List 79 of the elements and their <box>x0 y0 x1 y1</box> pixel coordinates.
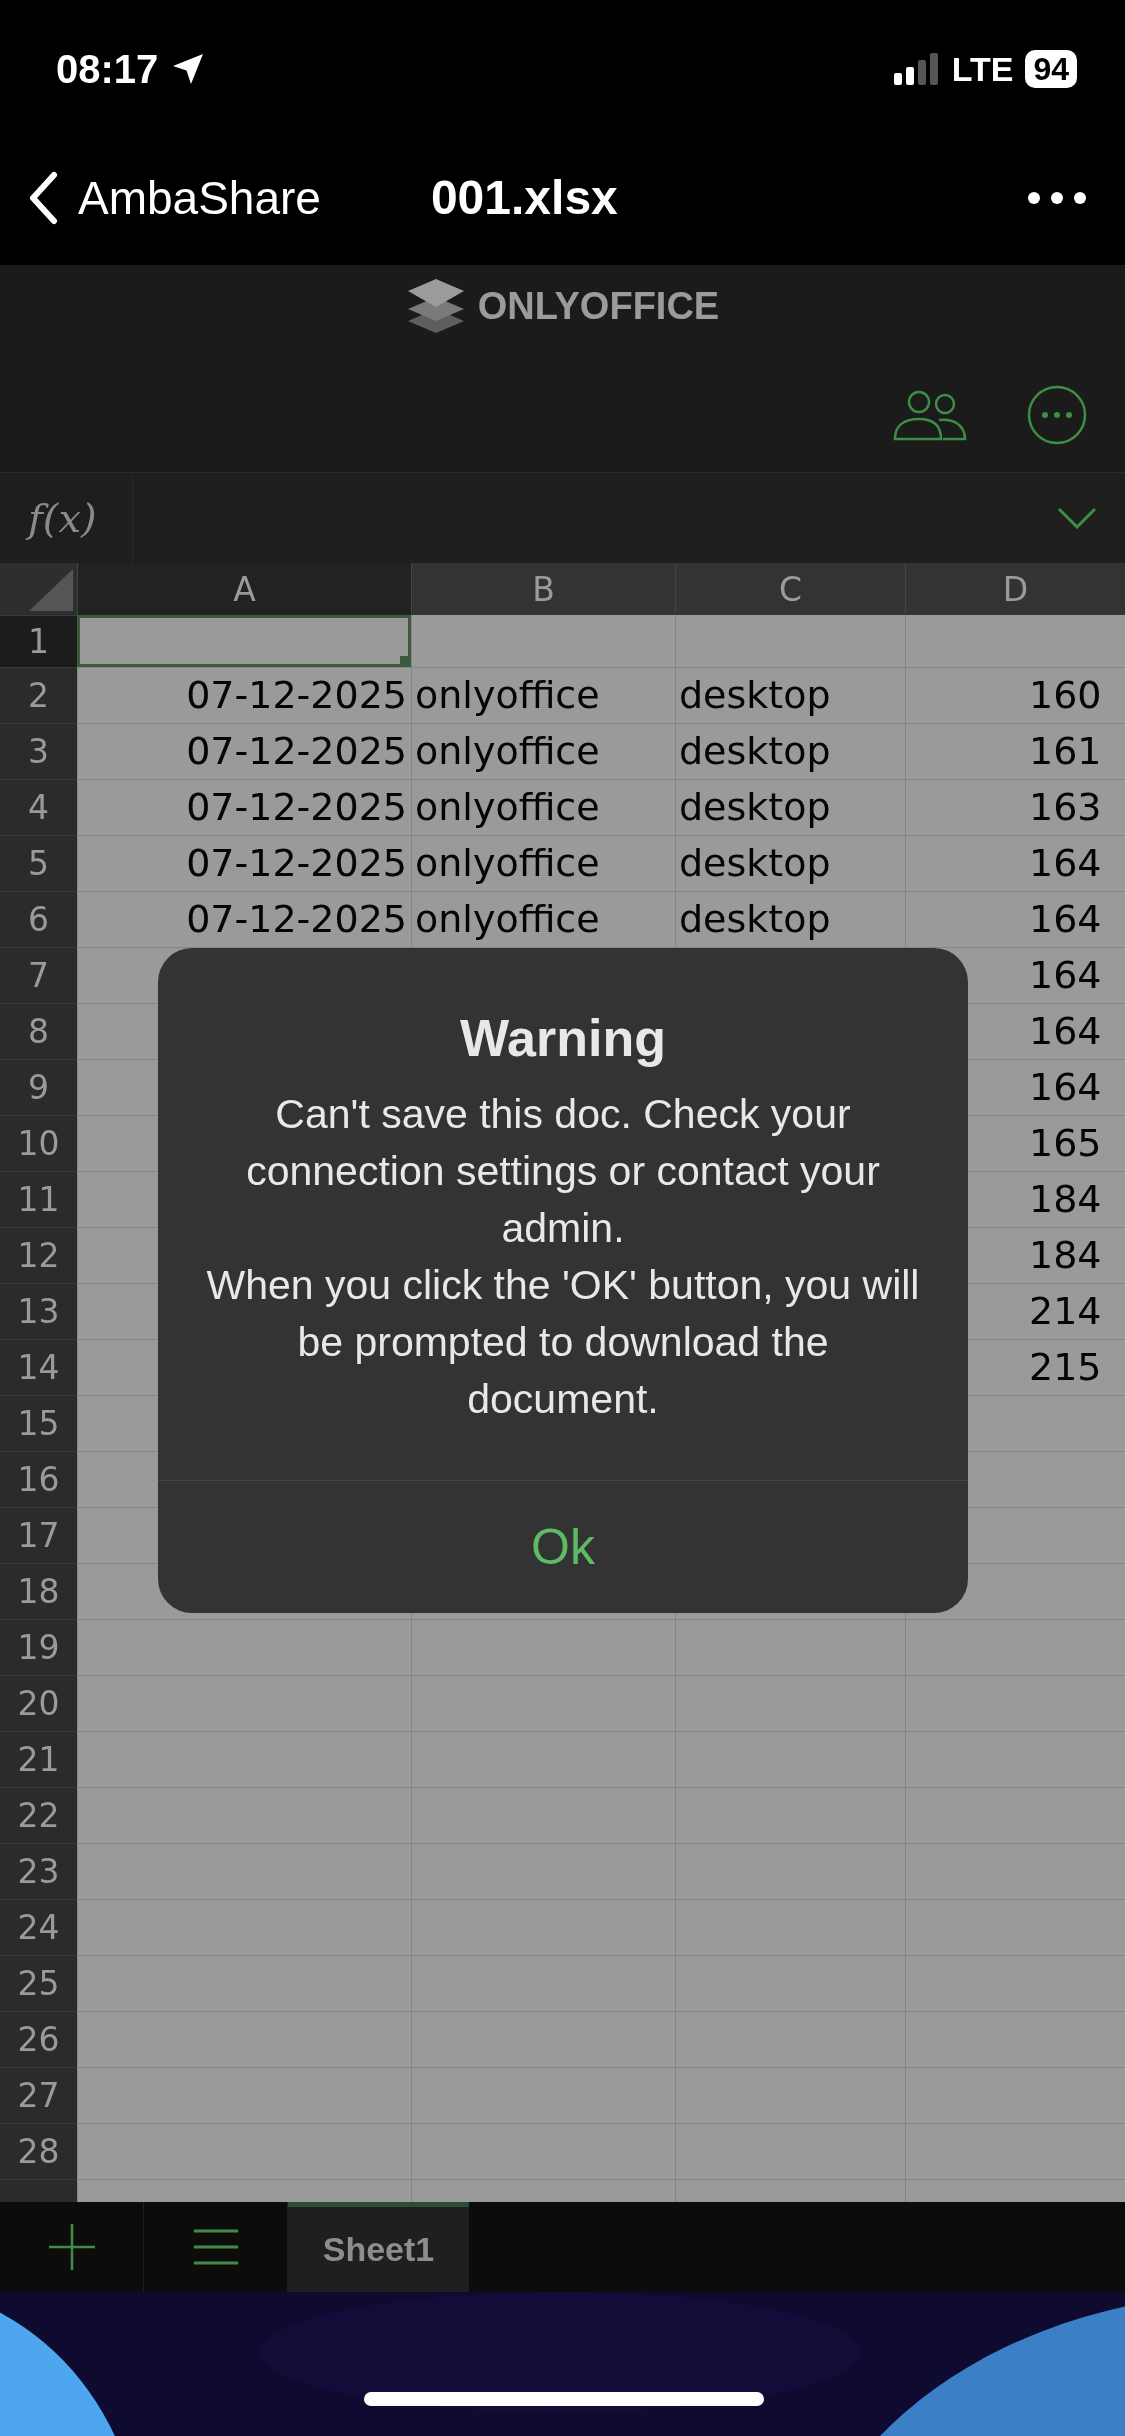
menu-icon <box>193 2229 238 2265</box>
row-header[interactable]: 8 <box>0 1003 77 1059</box>
cell-text: 184 <box>1028 1233 1102 1277</box>
signal-icon <box>893 53 940 85</box>
cell-text: onlyoffice <box>415 673 600 717</box>
row-header[interactable]: 23 <box>0 1843 77 1899</box>
column-header[interactable]: D <box>905 563 1125 615</box>
ok-button[interactable]: Ok <box>158 1480 968 1613</box>
dialog-title: Warning <box>459 1008 666 1068</box>
cell-text: 160 <box>1028 673 1102 717</box>
row-header[interactable]: 15 <box>0 1395 77 1451</box>
cell-text: 184 <box>1028 1177 1102 1221</box>
cell-text: 07-12-2025 <box>186 729 407 773</box>
cell-text: 07-12-2025 <box>186 673 407 717</box>
row-header[interactable]: 16 <box>0 1451 77 1507</box>
status-time: 08:17 <box>56 46 159 92</box>
row-header[interactable]: 6 <box>0 891 77 947</box>
column-header[interactable]: A <box>77 563 411 615</box>
dialog-message: Can't save this doc. Check your connection settings or contact your admin. When you click the 'OK' button, you will be prompted to download the document. <box>205 1090 921 1424</box>
row-header[interactable]: 27 <box>0 2067 77 2123</box>
battery-level: 94 <box>1025 50 1077 88</box>
sheet-tab[interactable]: Sheet1 <box>288 2202 469 2292</box>
cell-text: 07-12-2025 <box>186 785 407 829</box>
more-options-icon[interactable] <box>1027 385 1087 445</box>
cell-text: 164 <box>1028 1065 1102 1109</box>
column-header[interactable]: C <box>675 563 905 615</box>
row-header[interactable]: 9 <box>0 1059 77 1115</box>
row-header[interactable]: 12 <box>0 1227 77 1283</box>
document-title: 001.xlsx <box>430 170 618 225</box>
cell-text: 214 <box>1028 1289 1102 1333</box>
row-header[interactable]: 10 <box>0 1115 77 1171</box>
row-header[interactable]: 25 <box>0 1955 77 2011</box>
cell-text: 163 <box>1028 785 1102 829</box>
cell-text: 164 <box>1028 897 1102 941</box>
row-header[interactable]: 2 <box>0 667 77 723</box>
cell-text: 215 <box>1028 1345 1102 1389</box>
row-header[interactable]: 14 <box>0 1339 77 1395</box>
row-header[interactable]: 21 <box>0 1731 77 1787</box>
row-header[interactable]: 19 <box>0 1619 77 1675</box>
cell-text: 07-12-2025 <box>186 897 407 941</box>
users-icon[interactable] <box>893 389 967 441</box>
cell-text: desktop <box>679 729 831 773</box>
row-header[interactable]: 4 <box>0 779 77 835</box>
cell-text: onlyoffice <box>415 785 600 829</box>
row-header[interactable]: 28 <box>0 2123 77 2179</box>
cell-text: onlyoffice <box>415 729 600 773</box>
network-type: LTE <box>951 49 1014 89</box>
cell-text: desktop <box>679 785 831 829</box>
cell-text: onlyoffice <box>415 841 600 885</box>
cell-text: 164 <box>1028 841 1102 885</box>
cell-text: onlyoffice <box>415 897 600 941</box>
cell-text: 164 <box>1028 1009 1102 1053</box>
logo-text: ONLYOFFICE <box>477 284 720 328</box>
cell-text: desktop <box>679 841 831 885</box>
row-header[interactable]: 11 <box>0 1171 77 1227</box>
cell-text: 07-12-2025 <box>186 841 407 885</box>
row-header[interactable]: 20 <box>0 1675 77 1731</box>
row-header[interactable]: 13 <box>0 1283 77 1339</box>
cell-text: 164 <box>1028 953 1102 997</box>
row-header[interactable]: 24 <box>0 1899 77 1955</box>
row-header[interactable]: 3 <box>0 723 77 779</box>
row-header[interactable]: 5 <box>0 835 77 891</box>
chevron-down-icon[interactable] <box>1057 507 1097 529</box>
row-header[interactable]: 7 <box>0 947 77 1003</box>
row-header[interactable]: 18 <box>0 1563 77 1619</box>
more-icon[interactable] <box>1027 190 1087 205</box>
selected-cell[interactable] <box>77 615 411 667</box>
row-header[interactable]: 26 <box>0 2011 77 2067</box>
plus-icon <box>48 2224 95 2270</box>
cell-text: 165 <box>1028 1121 1102 1165</box>
row-header[interactable]: 22 <box>0 1787 77 1843</box>
row-header[interactable]: 1 <box>0 615 77 667</box>
cell-text: desktop <box>679 673 831 717</box>
column-header[interactable]: B <box>411 563 675 615</box>
back-button[interactable]: AmbaShare <box>28 170 321 225</box>
chevron-left-icon <box>28 170 58 225</box>
cell-text: 161 <box>1028 729 1102 773</box>
cell-text: desktop <box>679 897 831 941</box>
row-header[interactable]: 17 <box>0 1507 77 1563</box>
